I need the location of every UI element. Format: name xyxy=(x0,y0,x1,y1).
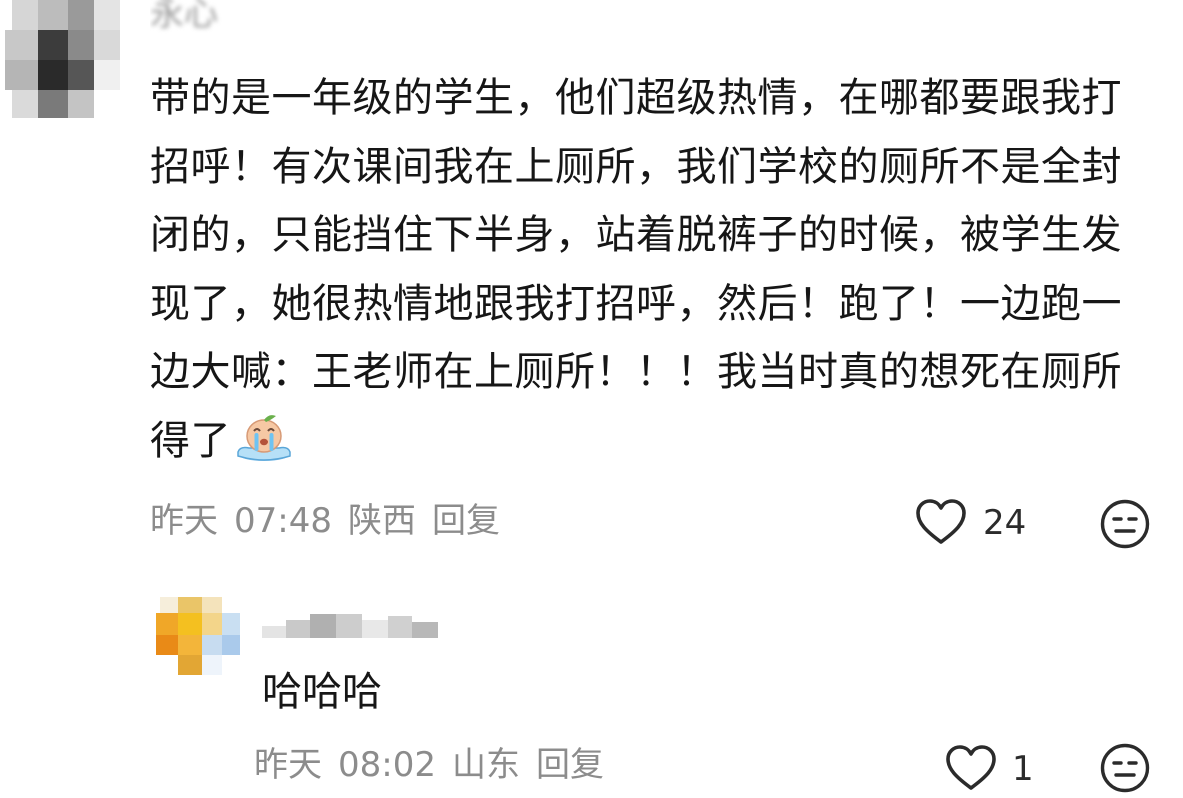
comment-location: 陕西 xyxy=(347,501,416,541)
comment-text: 带的是一年级的学生，他们超级热情，在哪都要跟我打招呼！有次课间我在上厕所，我们学… xyxy=(150,64,1160,475)
reply-meta: 昨天 08:02 山东 回复 xyxy=(254,745,604,785)
expressionless-face-icon xyxy=(1100,743,1150,793)
comment-time: 07:48 xyxy=(234,501,332,541)
avatar[interactable] xyxy=(0,0,125,120)
reply-location: 山东 xyxy=(451,745,520,785)
reply-like-count: 1 xyxy=(1012,749,1034,789)
like-count: 24 xyxy=(983,503,1027,543)
dislike-button[interactable] xyxy=(1099,498,1151,550)
comment-date: 昨天 xyxy=(150,501,218,541)
author-name[interactable]: 永心 xyxy=(150,0,250,38)
reply-dislike-button[interactable] xyxy=(1099,742,1151,794)
reply-date: 昨天 xyxy=(254,745,322,785)
reply-reply-button[interactable]: 回复 xyxy=(536,745,604,785)
like-button[interactable] xyxy=(915,498,967,546)
expressionless-face-icon xyxy=(1100,499,1150,549)
reply-author-name[interactable] xyxy=(262,612,442,642)
reply-like-button[interactable] xyxy=(945,744,997,792)
reply-time: 08:02 xyxy=(338,745,436,785)
heart-icon xyxy=(916,499,966,544)
reply-text: 哈哈哈 xyxy=(262,669,382,715)
comment-meta: 昨天 07:48 陕西 回复 xyxy=(150,501,500,541)
crying-emoji-icon xyxy=(235,412,293,462)
comment-body: 带的是一年级的学生，他们超级热情，在哪都要跟我打招呼！有次课间我在上厕所，我们学… xyxy=(150,75,1122,464)
reply-button[interactable]: 回复 xyxy=(432,501,500,541)
reply-avatar[interactable] xyxy=(150,597,250,679)
heart-icon xyxy=(946,745,996,790)
